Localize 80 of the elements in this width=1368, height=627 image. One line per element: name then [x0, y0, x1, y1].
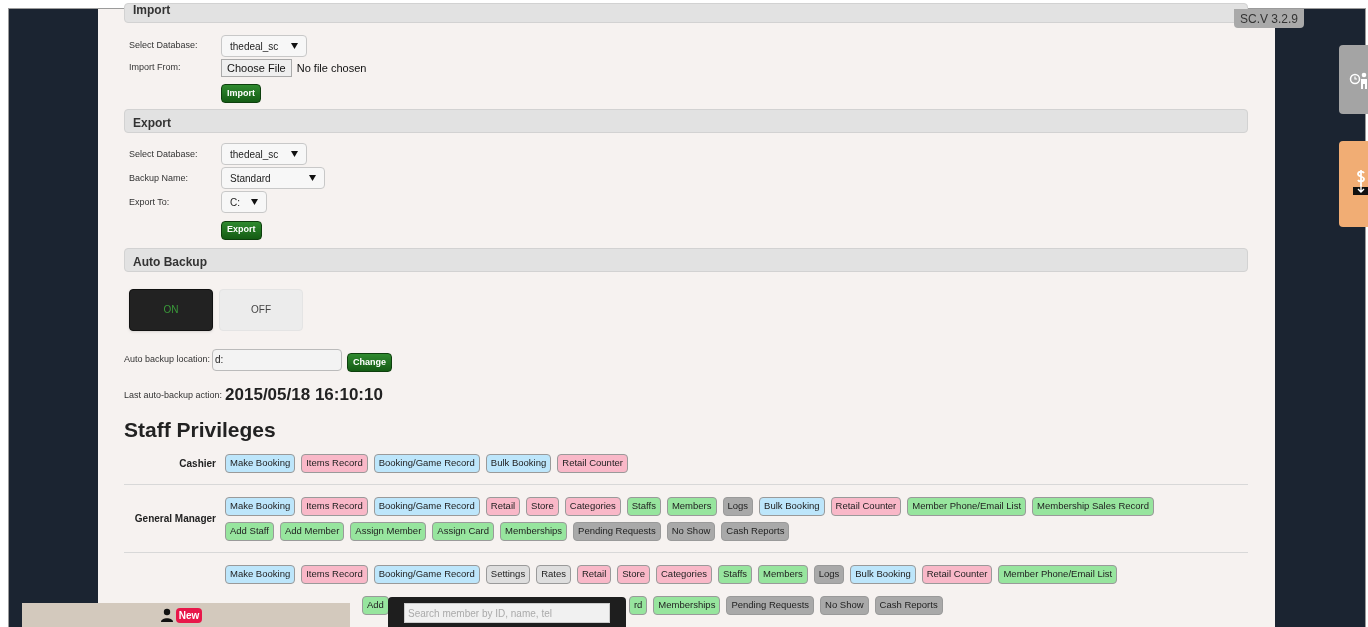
privilege-tag[interactable]: Retail: [576, 564, 612, 584]
choose-file-button[interactable]: Choose File: [221, 59, 292, 77]
action-button[interactable]: Export: [221, 220, 262, 240]
caret-icon: [291, 43, 298, 49]
privilege-tag[interactable]: Add Staff: [225, 521, 274, 541]
toggle-option[interactable]: ON: [129, 288, 213, 331]
caret-icon: [309, 175, 316, 182]
privilege-tag[interactable]: Retail Counter: [830, 496, 902, 516]
field-label: Backup Name:: [129, 171, 190, 185]
privilege-tag[interactable]: Retail: [485, 496, 521, 516]
person-icon: [159, 608, 174, 622]
privilege-tag[interactable]: Booking/Game Record: [373, 453, 480, 473]
toggle-option[interactable]: OFF: [219, 288, 303, 331]
privilege-tag[interactable]: rd: [628, 595, 648, 615]
privilege-tag[interactable]: Retail Counter: [921, 564, 993, 584]
privilege-tag[interactable]: Assign Card: [432, 521, 495, 541]
select-dropdown[interactable]: Standard: [221, 167, 325, 190]
privilege-tag[interactable]: Memberships: [500, 521, 568, 541]
privilege-tag[interactable]: Make Booking: [225, 564, 296, 584]
privilege-tag[interactable]: Staffs: [626, 496, 661, 516]
privilege-tag[interactable]: Membership Sales Record: [1032, 496, 1154, 516]
privilege-tag[interactable]: Pending Requests: [573, 521, 661, 541]
select-dropdown[interactable]: thedeal_sc: [221, 35, 307, 57]
field-label: Select Database:: [129, 147, 199, 161]
privilege-tag[interactable]: Settings: [485, 564, 531, 584]
section-header: Export: [124, 109, 1248, 134]
file-status: No file chosen: [296, 60, 367, 76]
select-dropdown[interactable]: thedeal_sc: [221, 143, 307, 166]
location-field[interactable]: d:: [212, 348, 343, 371]
privilege-tag[interactable]: Member Phone/Email List: [907, 496, 1027, 516]
privilege-tag[interactable]: Members: [758, 564, 808, 584]
privilege-tag[interactable]: No Show: [820, 595, 869, 615]
role-label: Cashier: [179, 456, 216, 471]
privilege-tag[interactable]: Items Record: [301, 496, 368, 516]
privilege-tag[interactable]: Booking/Game Record: [373, 564, 480, 584]
privilege-tag[interactable]: No Show: [666, 521, 716, 541]
side-tab[interactable]: [1339, 141, 1368, 227]
privilege-tag[interactable]: Make Booking: [225, 453, 296, 473]
privilege-tag[interactable]: Add Member: [279, 521, 345, 541]
privilege-tag[interactable]: Logs: [813, 564, 845, 584]
privilege-tag[interactable]: Items Record: [301, 453, 368, 473]
privilege-tag[interactable]: Categories: [564, 496, 621, 516]
privilege-tag[interactable]: Bulk Booking: [485, 453, 552, 473]
privilege-tag[interactable]: Logs: [722, 496, 754, 516]
privilege-tag[interactable]: Items Record: [301, 564, 368, 584]
privilege-tag[interactable]: Add: [362, 595, 389, 615]
field-label: Export To:: [129, 195, 171, 209]
privilege-tag[interactable]: Cash Reports: [874, 595, 943, 615]
privilege-tag[interactable]: Store: [617, 564, 650, 584]
section-header: Auto Backup: [124, 247, 1248, 272]
privilege-tag[interactable]: Assign Member: [350, 521, 427, 541]
role-label: General Manager: [134, 512, 216, 527]
privilege-tag[interactable]: Make Booking: [225, 496, 296, 516]
action-button[interactable]: Import: [221, 84, 261, 104]
privilege-tag[interactable]: Staffs: [717, 564, 753, 584]
privilege-tag[interactable]: Cash Reports: [721, 521, 790, 541]
caret-icon: [251, 199, 258, 206]
privilege-tag[interactable]: Memberships: [653, 595, 721, 615]
privilege-tag[interactable]: Member Phone/Email List: [998, 564, 1118, 584]
privilege-tag[interactable]: Retail Counter: [557, 453, 628, 473]
privilege-tag[interactable]: Booking/Game Record: [373, 496, 480, 516]
section-title: Staff Privileges: [124, 418, 277, 440]
privilege-tag[interactable]: Bulk Booking: [759, 496, 825, 516]
privilege-tag[interactable]: Store: [526, 496, 559, 516]
caret-icon: [291, 151, 298, 158]
privilege-tag[interactable]: Members: [666, 496, 717, 516]
select-dropdown[interactable]: C:: [221, 191, 267, 214]
privilege-tag[interactable]: Rates: [536, 564, 571, 584]
privilege-tag[interactable]: Pending Requests: [726, 595, 815, 615]
new-badge: New: [175, 607, 203, 623]
clock-person-icon: [1349, 70, 1368, 89]
privilege-tag[interactable]: Categories: [656, 564, 712, 584]
field-label: Import From:: [129, 61, 182, 75]
field-label: Auto backup location:: [124, 352, 211, 366]
privilege-tag[interactable]: Bulk Booking: [850, 564, 916, 584]
search-field[interactable]: Search member by ID, name, tel: [404, 603, 610, 623]
action-button[interactable]: Change: [347, 352, 393, 372]
field-label: Select Database:: [129, 39, 199, 53]
field-label: Last auto-backup action:: [124, 389, 223, 403]
last-backup-time: 2015/05/18 16:10:10: [225, 385, 383, 403]
